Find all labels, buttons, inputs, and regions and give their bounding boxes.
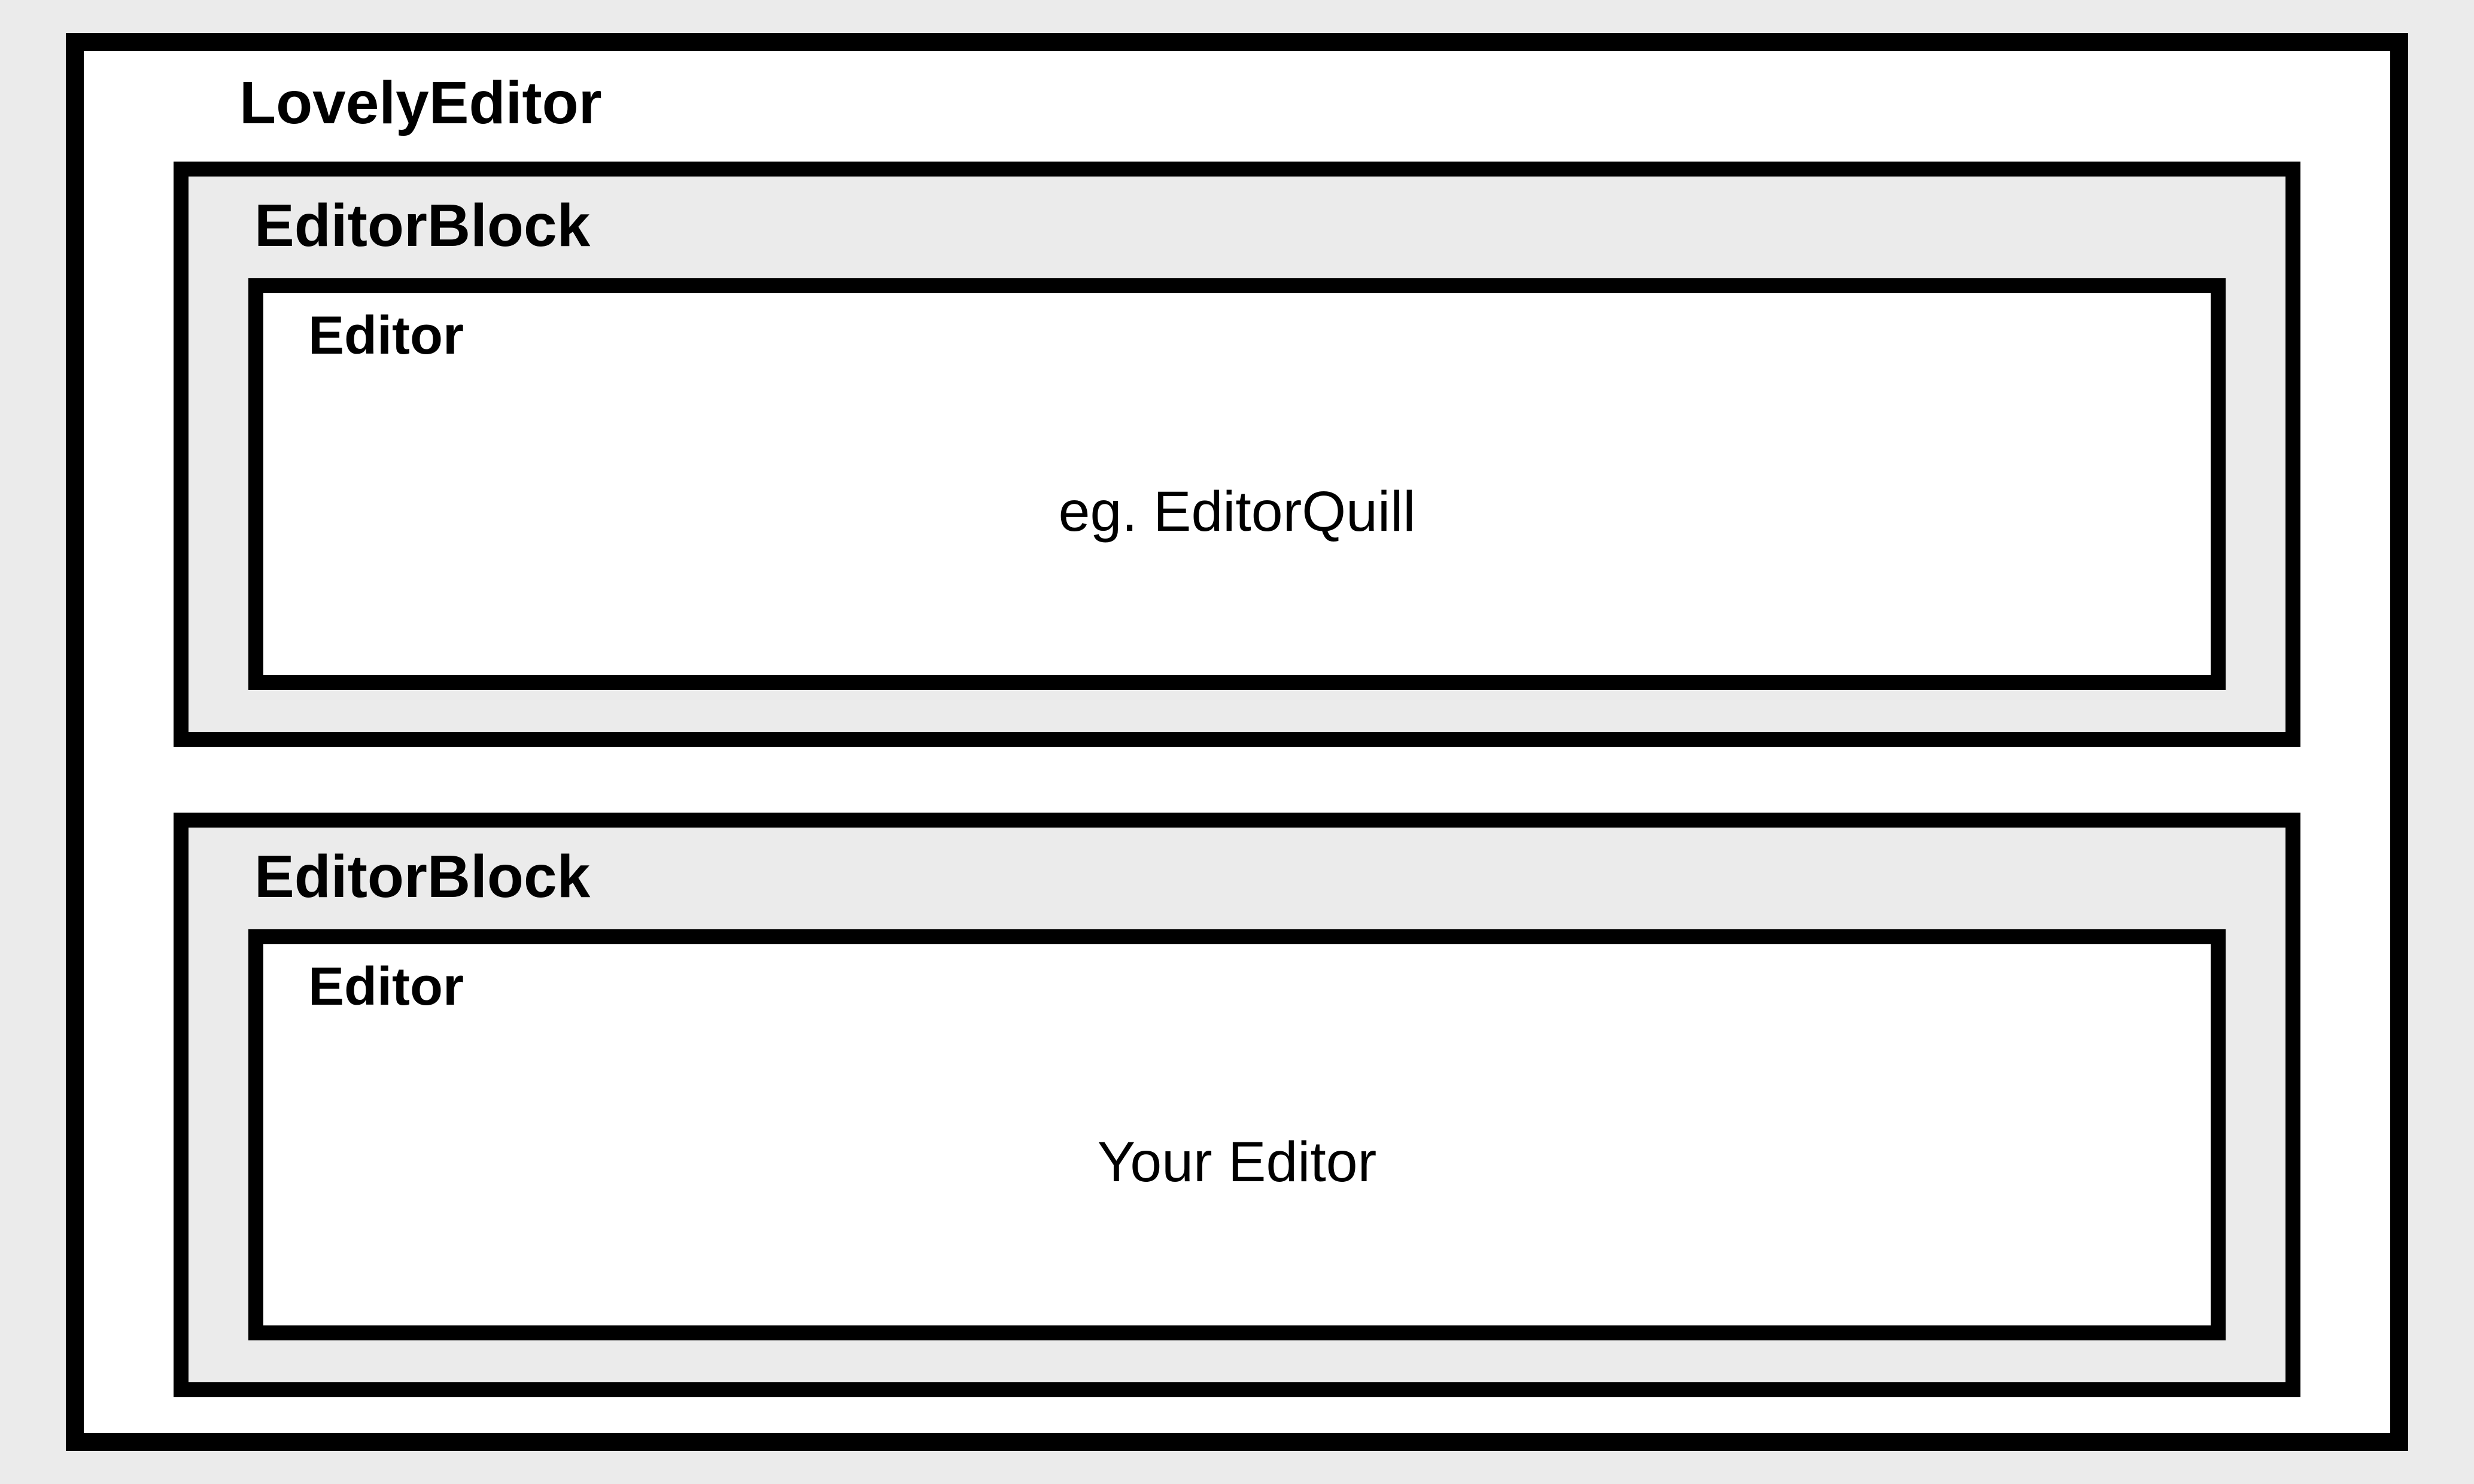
editor-block: EditorBlock Editor Your Editor — [174, 813, 2300, 1398]
editor-container: Editor eg. EditorQuill — [248, 278, 2226, 690]
editor-content: eg. EditorQuill — [263, 367, 2211, 657]
lovely-editor-title: LovelyEditor — [239, 69, 2300, 138]
editor-content: Your Editor — [263, 1018, 2211, 1308]
editor-block-title: EditorBlock — [254, 843, 2226, 911]
editor-title: Editor — [308, 956, 2211, 1018]
editor-block: EditorBlock Editor eg. EditorQuill — [174, 162, 2300, 747]
lovely-editor-container: LovelyEditor EditorBlock Editor eg. Edit… — [66, 33, 2408, 1451]
editor-container: Editor Your Editor — [248, 929, 2226, 1341]
editor-title: Editor — [308, 305, 2211, 367]
editor-block-title: EditorBlock — [254, 191, 2226, 260]
editor-blocks-list: EditorBlock Editor eg. EditorQuill Edito… — [174, 162, 2300, 1397]
